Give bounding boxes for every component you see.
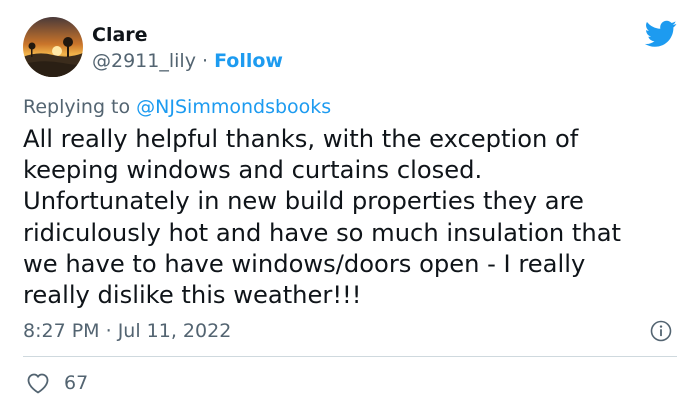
tweet-date: Jul 11, 2022 — [117, 320, 232, 342]
like-count: 67 — [64, 372, 89, 394]
tweet-timestamp[interactable]: 8:27 PM · Jul 11, 2022 — [23, 318, 231, 344]
info-icon[interactable] — [650, 320, 672, 342]
reply-context: Replying to @NJSimmondsbooks — [23, 94, 331, 120]
avatar-image — [23, 17, 83, 77]
twitter-bird-icon[interactable] — [645, 20, 677, 48]
avatar[interactable] — [23, 17, 83, 77]
reply-prefix: Replying to — [23, 96, 131, 118]
heart-icon — [27, 373, 49, 394]
author-name[interactable]: Clare — [92, 22, 148, 48]
follow-button[interactable]: Follow — [214, 50, 283, 72]
reply-handle-link[interactable]: @NJSimmondsbooks — [136, 96, 331, 118]
handle-separator: · — [201, 50, 209, 72]
author-handle-row: @2911_lily · Follow — [92, 48, 283, 74]
tweet-text: All really helpful thanks, with the exce… — [23, 125, 622, 310]
like-button[interactable]: 67 — [26, 370, 88, 396]
author-handle[interactable]: @2911_lily — [92, 50, 196, 72]
divider — [23, 356, 677, 357]
timestamp-separator: · — [105, 320, 112, 342]
tweet-time: 8:27 PM — [23, 320, 100, 342]
